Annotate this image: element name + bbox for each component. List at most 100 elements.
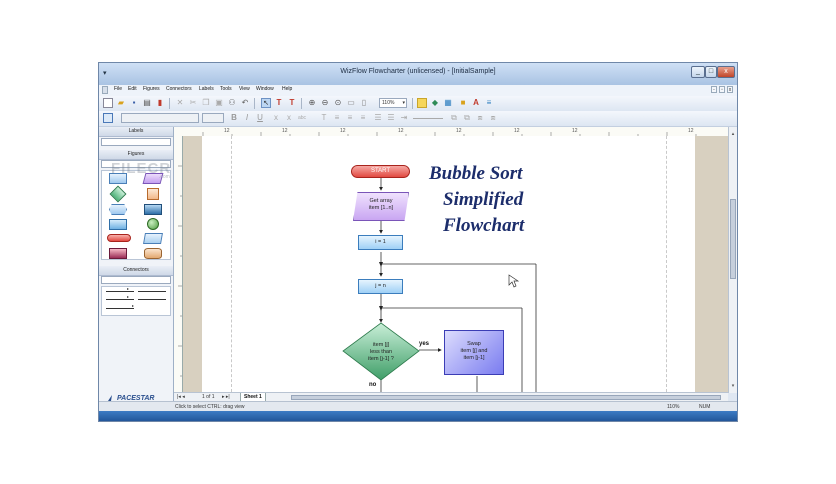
italic-icon[interactable]: I	[242, 113, 252, 123]
zoom-fit-icon[interactable]: ⊙	[333, 98, 343, 108]
find-icon[interactable]: ⚇	[227, 98, 237, 108]
scroll-thumb[interactable]	[730, 199, 736, 279]
scroll-up-icon[interactable]: ▴	[730, 131, 736, 137]
scroll-down-icon[interactable]: ▾	[730, 383, 736, 389]
menu-help[interactable]: Help	[282, 86, 292, 92]
os-taskbar	[99, 411, 737, 421]
i-init-process[interactable]: i = 1	[358, 235, 403, 250]
bullets-icon[interactable]: ☰	[373, 113, 383, 123]
swap-line2: item [j] and	[460, 348, 488, 354]
line-style-icon[interactable]: ≡	[484, 98, 494, 108]
sheet-next-last-icon[interactable]: ▸ ▸|	[222, 394, 230, 400]
underline-icon[interactable]: U	[255, 113, 265, 123]
j-init-process[interactable]: j = n	[358, 279, 403, 294]
menu-window[interactable]: Window	[256, 86, 274, 92]
toolbar-separator	[412, 98, 413, 109]
vertical-scrollbar[interactable]: ▴ ▾	[728, 127, 737, 393]
decision-line2: less than	[369, 349, 392, 355]
minimize-button[interactable]: _	[691, 66, 705, 78]
toolbar-separator	[301, 98, 302, 109]
sheet-first-prev-icon[interactable]: |◂ ◂	[177, 394, 185, 400]
numbering-icon[interactable]: ☰	[386, 113, 396, 123]
swap-line1: Swap	[467, 341, 481, 347]
zoom-value: 110%	[382, 100, 395, 106]
window-title: WizFlow Flowcharter (unlicensed) - [Init…	[340, 68, 496, 75]
get-array-label: Get array item [1..n]	[353, 198, 409, 212]
grid-icon[interactable]	[417, 98, 427, 108]
chart-title-line2[interactable]: Simplified	[443, 189, 523, 211]
zoom-page-icon[interactable]: ▭	[346, 98, 356, 108]
line-width-icon[interactable]	[413, 118, 443, 119]
font-size-select[interactable]	[202, 113, 224, 123]
ungroup-icon[interactable]: ⧈	[488, 113, 498, 123]
status-num: NUM	[699, 404, 711, 410]
chart-title-line3[interactable]: Flowchart	[443, 215, 524, 237]
horizontal-scrollbar[interactable]	[291, 395, 721, 400]
page-outside-area	[695, 136, 728, 392]
ruler-ticks	[178, 165, 182, 377]
chevron-down-icon: ▾	[402, 100, 405, 106]
swap-line3: item [j-1]	[463, 355, 485, 361]
subscript-icon[interactable]: x	[271, 113, 281, 123]
arrow-marker	[379, 306, 383, 311]
undo-icon[interactable]: ↶	[240, 98, 250, 108]
arrow-marker	[379, 262, 383, 267]
label-tool-icon[interactable]: T	[287, 98, 297, 108]
decision-line3: item [j-1] ?	[368, 356, 394, 362]
no-label: no	[369, 382, 377, 388]
cut-icon[interactable]: ✂	[188, 98, 198, 108]
copy-icon[interactable]: ❐	[201, 98, 211, 108]
mdi-close-button[interactable]: x	[727, 86, 733, 93]
superscript-icon[interactable]: x	[284, 113, 294, 123]
zoom-in-icon[interactable]: ⊕	[307, 98, 317, 108]
shapes-icon[interactable]: ◆	[430, 98, 440, 108]
maximize-button[interactable]: □	[705, 66, 717, 78]
layout-icon[interactable]: ▦	[443, 98, 453, 108]
font-color-icon[interactable]: A	[471, 98, 481, 108]
menu-labels[interactable]: Labels	[199, 86, 214, 92]
mouse-cursor-icon	[508, 274, 520, 288]
color-icon[interactable]: ■	[458, 98, 468, 108]
mdi-minimize-button[interactable]: -	[711, 86, 717, 93]
yes-label: yes	[419, 341, 430, 347]
mdi-restore-button[interactable]: ▫	[719, 86, 725, 93]
zoom-select[interactable]: 110% ▾	[379, 98, 407, 108]
connector-arrows-overlay	[127, 288, 134, 307]
swap-label: Swap item [j] and item [j-1]	[444, 341, 504, 362]
start-terminal[interactable]: START	[351, 165, 410, 178]
arrange-front-icon[interactable]: ⧉	[449, 113, 459, 123]
get-array-line2: item [1..n]	[368, 205, 394, 211]
title-bar: ▾ WizFlow Flowcharter (unlicensed) - [In…	[99, 63, 737, 85]
drawing-canvas[interactable]: Bubble Sort Simplified Flowchart START G…	[183, 136, 695, 392]
menu-bar: File Edit Figures Connectors Labels Tool…	[99, 85, 737, 96]
format-toolbar: B I U x x abc T ≡ ≡ ≡ ☰ ☰ ⇥ ⧉ ⧉ ⧈ ⧈	[99, 111, 737, 127]
chart-title-line1[interactable]: Bubble Sort	[429, 163, 522, 185]
get-array-line1: Get array	[369, 198, 393, 204]
menu-tools[interactable]: Tools	[220, 86, 232, 92]
decision-line1: item [j]	[372, 342, 390, 348]
arrange-back-icon[interactable]: ⧉	[462, 113, 472, 123]
zoom-width-icon[interactable]: ▯	[359, 98, 369, 108]
close-button[interactable]: x	[717, 66, 735, 78]
align-center-icon[interactable]: ≡	[345, 113, 355, 123]
bold-icon[interactable]: B	[229, 113, 239, 123]
app-window: ▾ WizFlow Flowcharter (unlicensed) - [In…	[98, 62, 738, 422]
align-right-icon[interactable]: ≡	[358, 113, 368, 123]
strike-icon[interactable]: abc	[297, 113, 307, 123]
status-zoom: 110%	[667, 404, 680, 410]
zoom-out-icon[interactable]: ⊖	[320, 98, 330, 108]
decision-label: item [j] less than item [j-1] ?	[353, 342, 409, 363]
vertical-ruler	[174, 136, 183, 392]
paste-icon[interactable]: ▣	[214, 98, 224, 108]
page-count: 1 of 1	[202, 394, 215, 400]
group-icon[interactable]: ⧈	[475, 113, 485, 123]
select-pointer-icon[interactable]: ↖	[261, 98, 271, 108]
standard-toolbar: ▰ ▪ ▤ ▮ ✕ ✂ ❐ ▣ ⚇ ↶ ↖ T T ⊕ ⊖ ⊙ ▭ ▯ 110%…	[99, 96, 737, 112]
menu-view[interactable]: View	[239, 86, 250, 92]
text-tool-icon[interactable]: T	[274, 98, 284, 108]
status-hint: Click to select CTRL: drag view	[175, 404, 245, 410]
align-left-icon[interactable]: ≡	[332, 113, 342, 123]
text-underline-icon[interactable]: T	[319, 113, 329, 123]
ruler-ticks	[202, 132, 697, 136]
indent-icon[interactable]: ⇥	[399, 113, 409, 123]
